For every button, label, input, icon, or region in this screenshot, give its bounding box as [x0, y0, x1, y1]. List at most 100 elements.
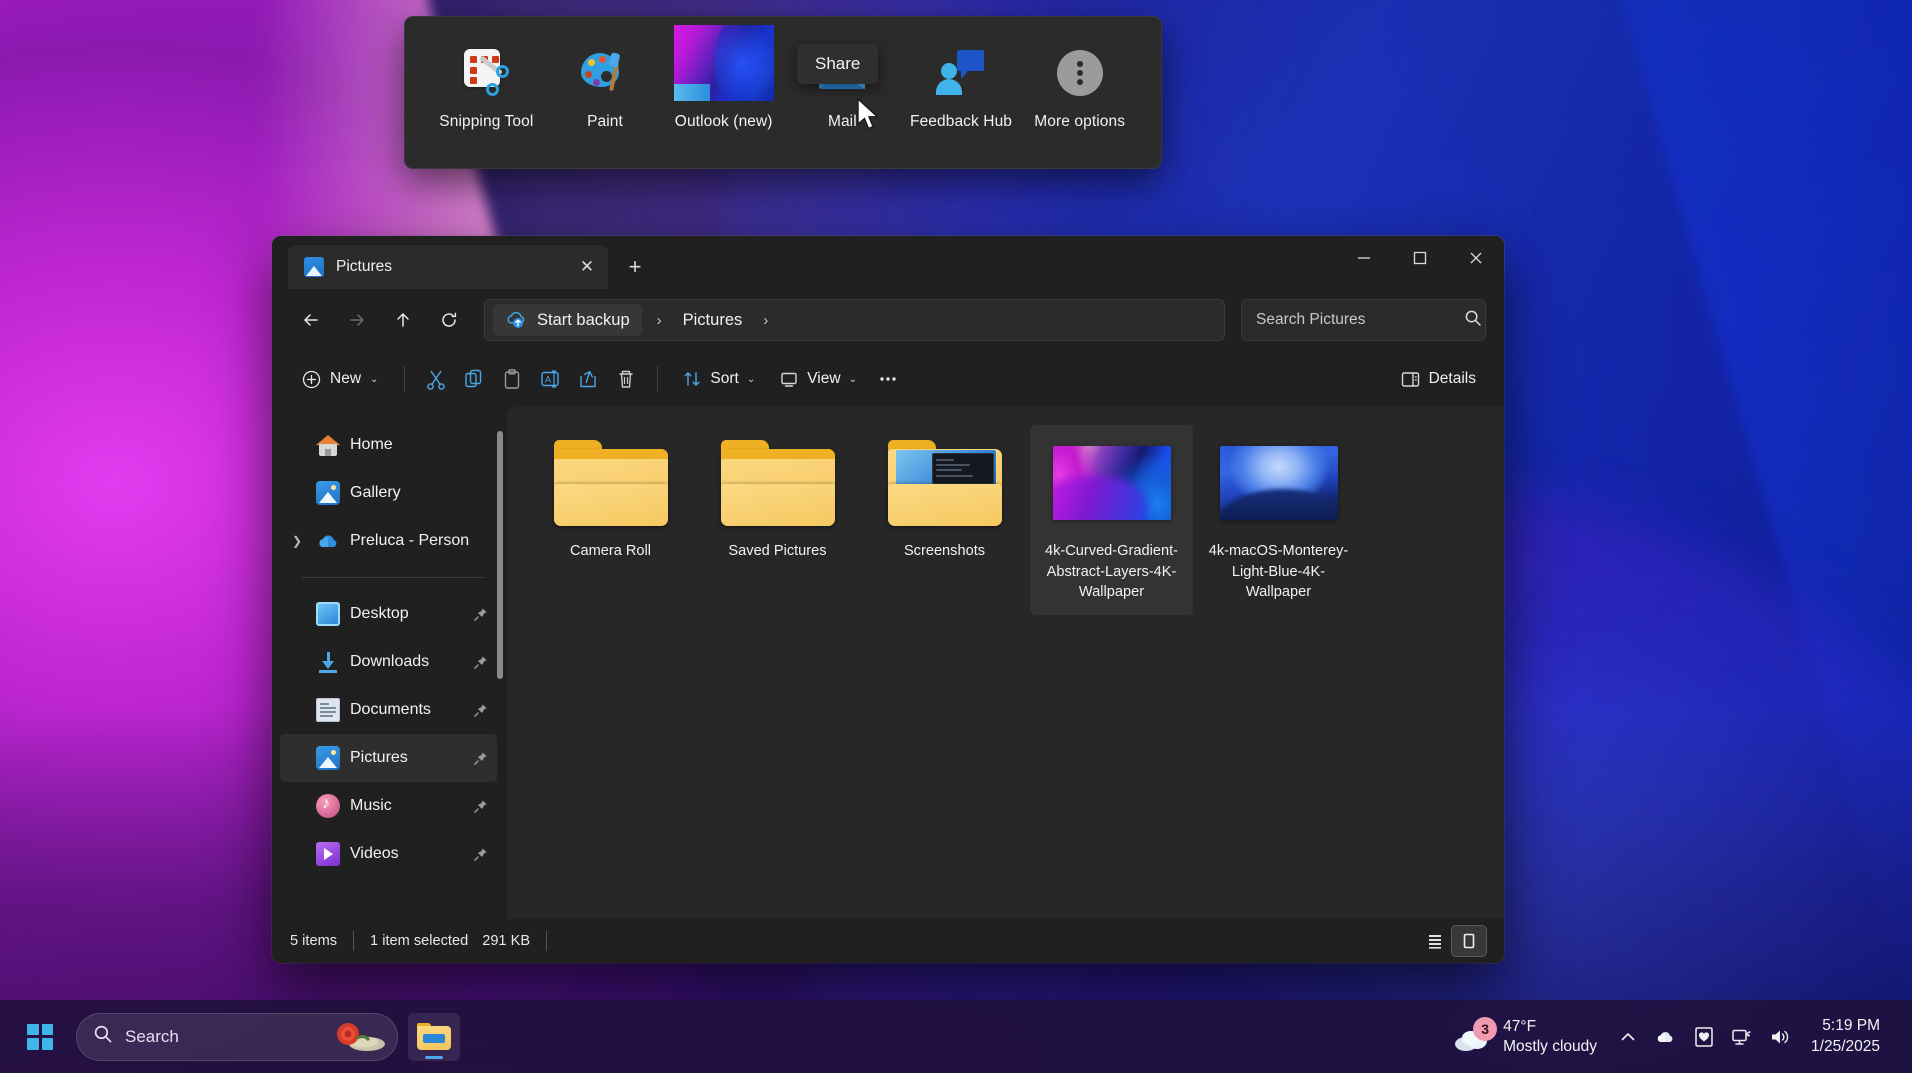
chevron-right-icon[interactable]: ❯ [288, 534, 306, 548]
pin-icon[interactable] [471, 607, 489, 622]
taskbar-search[interactable]: Search [76, 1012, 398, 1061]
sidebar-item-onedrive[interactable]: ❯ Preluca - Person [280, 517, 497, 565]
active-indicator [425, 1055, 443, 1059]
delete-icon[interactable] [609, 362, 643, 396]
window-controls [1336, 236, 1504, 280]
details-label: Details [1428, 370, 1476, 387]
close-button[interactable] [1448, 236, 1504, 280]
breadcrumb[interactable]: Start backup › Pictures › [484, 299, 1225, 341]
cloud-icon: 3 [1453, 1016, 1498, 1053]
sidebar-item-videos[interactable]: Videos [280, 830, 497, 878]
copy-icon[interactable] [457, 362, 491, 396]
sidebar-item-label: Pictures [350, 749, 408, 766]
file-explorer-window: Pictures ✕ + Start backup › Pictures › S… [272, 236, 1504, 963]
sidebar-scrollbar[interactable] [497, 431, 503, 679]
share-app-feedback-hub[interactable]: Feedback Hub [902, 47, 1021, 131]
sidebar-item-documents[interactable]: Documents [280, 686, 497, 734]
clock-time: 5:19 PM [1822, 1017, 1880, 1035]
file-name: Saved Pictures [728, 543, 827, 559]
sort-button[interactable]: Sort ⌄ [672, 361, 765, 397]
network-icon[interactable] [1723, 1015, 1761, 1059]
new-button-label: New [330, 370, 362, 387]
pin-icon[interactable] [471, 847, 489, 862]
sidebar-item-music[interactable]: Music [280, 782, 497, 830]
cloud-backup-icon [505, 309, 527, 331]
list-view-icon[interactable] [1418, 926, 1452, 956]
breadcrumb-separator[interactable]: › [750, 312, 781, 329]
tab-close-button[interactable]: ✕ [572, 252, 602, 282]
breadcrumb-separator[interactable]: › [644, 312, 675, 329]
share-app-outlook-new[interactable]: Outlook (new) [664, 25, 783, 131]
share-icon[interactable] [571, 362, 605, 396]
sidebar-item-label: Desktop [350, 605, 409, 622]
image-preview [1219, 446, 1338, 520]
sidebar-item-desktop[interactable]: Desktop [280, 590, 497, 638]
more-options-icon[interactable] [871, 362, 905, 396]
minimize-button[interactable] [1336, 236, 1392, 280]
onedrive-tray-icon[interactable] [1647, 1015, 1685, 1059]
show-hidden-icons-button[interactable] [1609, 1015, 1647, 1059]
rename-icon[interactable]: A [533, 362, 567, 396]
rose-money-icon [333, 1020, 387, 1054]
forward-button[interactable] [336, 301, 378, 339]
search-icon[interactable] [1464, 309, 1482, 332]
new-button[interactable]: New ⌄ [290, 362, 390, 397]
share-app-paint[interactable]: Paint [546, 47, 665, 131]
refresh-button[interactable] [428, 301, 470, 339]
weather-temperature: 47°F [1503, 1018, 1537, 1036]
tile-view-icon[interactable] [1451, 925, 1487, 957]
videos-icon [316, 842, 340, 866]
sidebar-item-pictures[interactable]: Pictures [280, 734, 497, 782]
share-app-label: Paint [587, 113, 623, 130]
pin-icon[interactable] [471, 751, 489, 766]
weather-widget[interactable]: 3 47°F Mostly cloudy [1441, 1011, 1609, 1062]
paint-icon [579, 47, 631, 99]
tab-pictures[interactable]: Pictures ✕ [288, 245, 608, 289]
sidebar-item-label: Gallery [350, 484, 401, 501]
downloads-icon [316, 650, 340, 674]
back-button[interactable] [290, 301, 332, 339]
share-app-more-options[interactable]: More options [1020, 47, 1139, 131]
share-tooltip: Share [797, 44, 879, 84]
sidebar-item-home[interactable]: Home [280, 421, 497, 469]
file-item-saved-pictures[interactable]: Saved Pictures [696, 425, 859, 615]
notification-badge: 3 [1473, 1016, 1498, 1041]
taskbar-app-file-explorer[interactable] [408, 1012, 460, 1061]
clock[interactable]: 5:19 PM 1/25/2025 [1799, 1016, 1898, 1056]
file-item-macos-monterey-wallpaper[interactable]: 4k-macOS-Monterey-Light-Blue-4K-Wallpape… [1197, 425, 1360, 615]
sidebar-item-downloads[interactable]: Downloads [280, 638, 497, 686]
file-item-curved-gradient-wallpaper[interactable]: 4k-Curved-Gradient-Abstract-Layers-4K-Wa… [1030, 425, 1193, 616]
address-bar: Start backup › Pictures › [272, 289, 1504, 351]
start-button[interactable] [14, 1013, 66, 1061]
file-name: 4k-macOS-Monterey-Light-Blue-4K-Wallpape… [1208, 543, 1349, 601]
file-item-screenshots[interactable]: Screenshots [863, 425, 1026, 615]
maximize-button[interactable] [1392, 236, 1448, 280]
paste-icon[interactable] [495, 362, 529, 396]
file-grid[interactable]: Camera Roll Saved Pictures Screenshots 4… [507, 407, 1504, 919]
thumbnail [718, 435, 838, 531]
view-button[interactable]: View ⌄ [769, 361, 867, 397]
pin-icon[interactable] [471, 799, 489, 814]
search-input[interactable] [1256, 311, 1456, 329]
details-pane-button[interactable]: Details [1390, 361, 1486, 398]
pin-icon[interactable] [471, 655, 489, 670]
pin-icon[interactable] [471, 703, 489, 718]
health-heart-icon[interactable] [1685, 1015, 1723, 1059]
sidebar-item-gallery[interactable]: Gallery [280, 469, 497, 517]
cut-icon[interactable] [419, 362, 453, 396]
breadcrumb-start-backup[interactable]: Start backup [493, 304, 642, 336]
sidebar-item-label: Music [350, 797, 392, 814]
taskbar: Search 3 47°F Mostly cloudy 5:19 PM 1/25… [0, 1000, 1912, 1073]
image-preview [1052, 446, 1171, 520]
share-app-snipping-tool[interactable]: Snipping Tool [427, 47, 546, 131]
sidebar-divider [302, 577, 485, 578]
up-button[interactable] [382, 301, 424, 339]
windows-logo-icon [27, 1023, 53, 1050]
breadcrumb-pictures[interactable]: Pictures [677, 307, 749, 334]
thumbnail [1052, 435, 1172, 531]
search-box[interactable] [1241, 299, 1486, 341]
volume-icon[interactable] [1761, 1015, 1799, 1059]
file-item-camera-roll[interactable]: Camera Roll [529, 425, 692, 615]
new-tab-button[interactable]: + [616, 248, 654, 286]
share-app-label: Feedback Hub [910, 113, 1013, 130]
